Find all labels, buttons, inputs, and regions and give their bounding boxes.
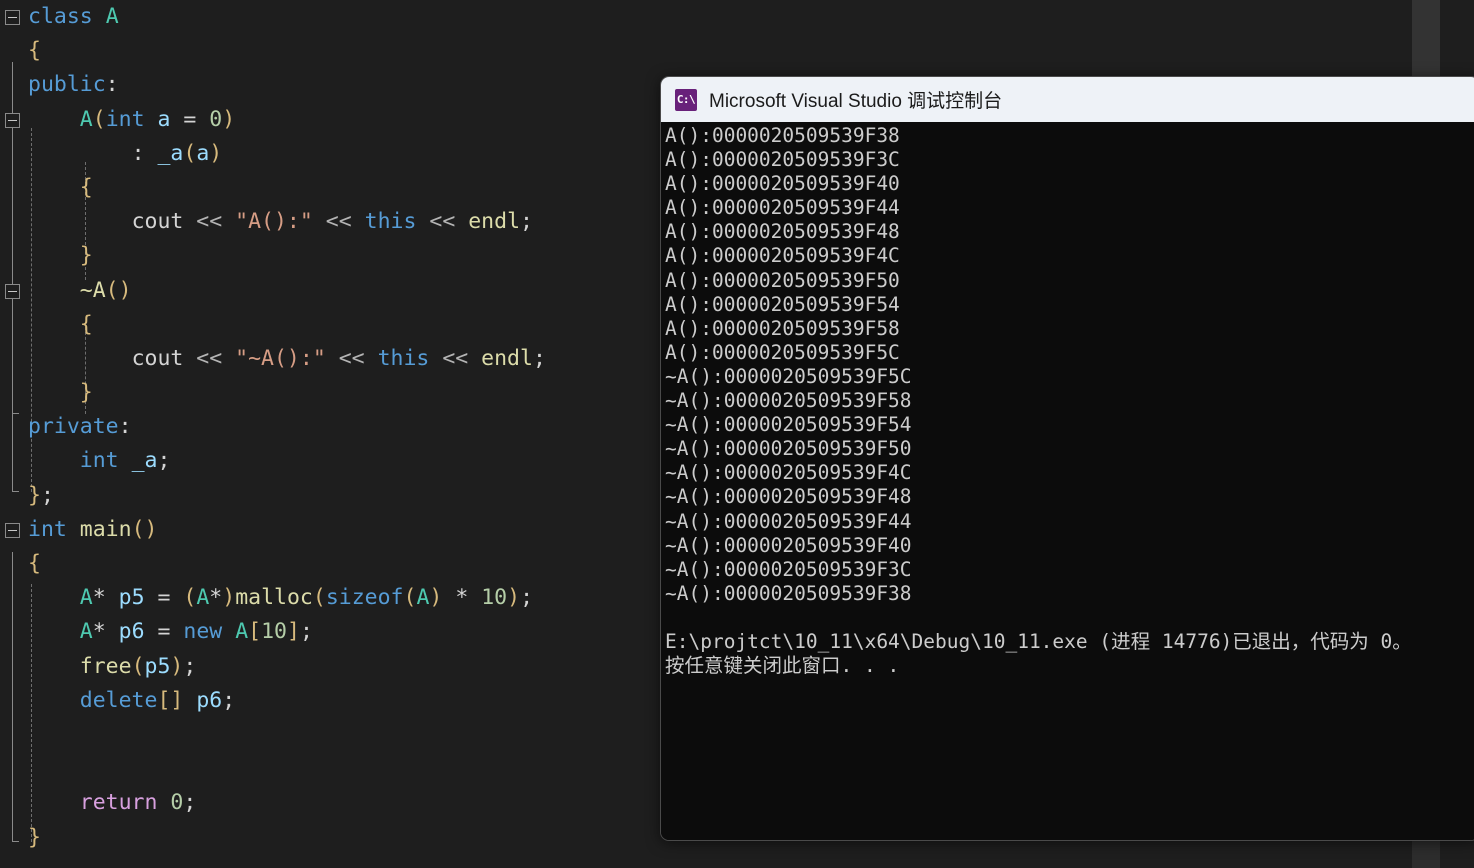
console-output-line: ~A():0000020509539F54	[665, 413, 912, 437]
console-output-line: A():0000020509539F44	[665, 196, 900, 220]
console-output-line: ~A():0000020509539F5C	[665, 364, 912, 388]
console-output-line: A():0000020509539F38	[665, 124, 900, 147]
console-close-prompt: 按任意键关闭此窗口. . .	[665, 654, 900, 678]
console-output-line: ~A():0000020509539F50	[665, 437, 912, 461]
console-title-bar[interactable]: C:\ Microsoft Visual Studio 调试控制台	[661, 77, 1474, 122]
code-line-text: A* p5 = (A*)malloc(sizeof(A) * 10);	[79, 585, 534, 611]
code-line-text: return 0;	[79, 790, 197, 816]
code-line-text: {	[79, 311, 93, 337]
code-line-text: int _a;	[79, 448, 171, 474]
fold-toggle-icon[interactable]	[5, 283, 20, 299]
app-root: class A { public: A(int a = 0) : _a(a) { c…	[0, 0, 1474, 868]
console-output-line: ~A():0000020509539F40	[665, 533, 912, 557]
fold-toggle-icon[interactable]	[5, 10, 20, 25]
code-line[interactable]: class A	[0, 0, 1412, 34]
fold-toggle-icon[interactable]	[5, 522, 20, 538]
console-output-line: A():0000020509539F4C	[665, 244, 900, 268]
console-output-line: ~A():0000020509539F48	[665, 485, 912, 509]
code-line-text: A(int a = 0)	[79, 106, 236, 132]
code-line-text: A* p6 = new A[10];	[79, 619, 313, 645]
console-cmd-icon: C:\	[675, 88, 697, 111]
console-title: Microsoft Visual Studio 调试控制台	[709, 91, 1003, 112]
console-output-line: ~A():0000020509539F38	[665, 581, 912, 605]
console-output-area[interactable]: A():0000020509539F38 A():0000020509539F3C…	[661, 122, 1474, 840]
code-line-text: cout << "~A():" << this << endl;	[131, 345, 546, 371]
code-line-text: private:	[28, 414, 132, 440]
code-line-text: : _a(a)	[131, 140, 223, 166]
debug-console-window[interactable]: C:\ Microsoft Visual Studio 调试控制台 A():00…	[660, 76, 1474, 841]
console-output-line: ~A():0000020509539F3C	[665, 557, 912, 581]
console-exit-message: E:\projtct\10_11\x64\Debug\10_11.exe (进程…	[665, 629, 1412, 653]
code-line-text: }	[28, 824, 41, 850]
console-output-line: ~A():0000020509539F58	[665, 389, 912, 413]
console-output-line: A():0000020509539F40	[665, 172, 900, 196]
code-line-text: delete[] p6;	[79, 687, 236, 713]
console-output-line: A():0000020509539F5C	[665, 340, 900, 364]
code-line-text: cout << "A():" << this << endl;	[131, 209, 533, 235]
console-output-line: ~A():0000020509539F4C	[665, 461, 912, 485]
code-line-text: int main()	[28, 516, 158, 542]
code-line-text: class A	[28, 4, 119, 29]
code-line-text: {	[28, 551, 41, 576]
code-line-text: free(p5);	[79, 653, 197, 679]
console-output-line: A():0000020509539F3C	[665, 148, 900, 172]
code-line-text: }	[79, 380, 93, 406]
console-output-line: A():0000020509539F58	[665, 316, 900, 340]
code-line-text: };	[28, 482, 54, 508]
console-output-line: A():0000020509539F48	[665, 220, 900, 244]
console-output-line: ~A():0000020509539F44	[665, 509, 912, 533]
code-line-text: {	[79, 174, 93, 200]
console-output-line: A():0000020509539F54	[665, 292, 900, 316]
code-line-text: {	[28, 38, 41, 64]
code-line[interactable]: {	[0, 34, 1412, 68]
console-icon-label: C:\	[676, 93, 696, 106]
console-output-line: A():0000020509539F50	[665, 268, 900, 292]
code-line-text: }	[79, 243, 93, 269]
code-line-text: ~A()	[79, 277, 132, 303]
code-line-text: public:	[28, 72, 119, 98]
fold-toggle-icon[interactable]	[5, 112, 20, 128]
